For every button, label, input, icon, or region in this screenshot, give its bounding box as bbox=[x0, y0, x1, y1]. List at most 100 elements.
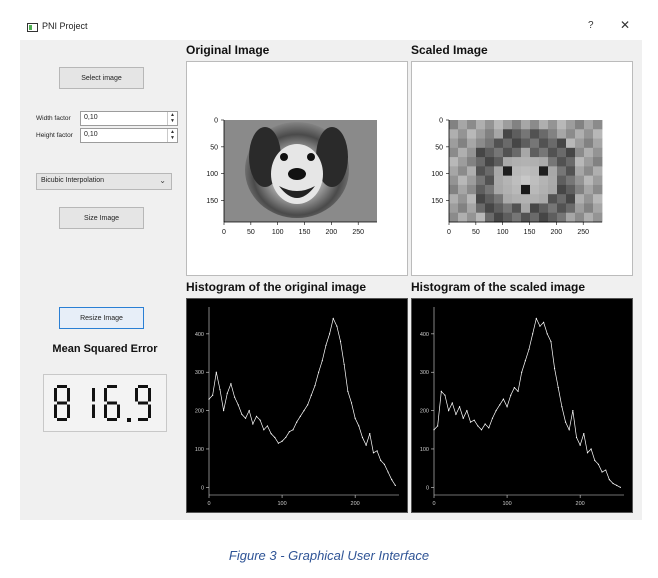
pixel-block bbox=[485, 120, 495, 130]
pixel-block bbox=[458, 212, 468, 223]
pixel-block bbox=[539, 203, 549, 214]
histogram-point bbox=[473, 419, 475, 421]
pixel-block bbox=[548, 212, 558, 223]
lcd-segment bbox=[107, 418, 117, 421]
pixel-block bbox=[449, 175, 459, 186]
spin-arrows[interactable]: ▲ ▼ bbox=[167, 112, 177, 125]
x-tick-label: 100 bbox=[497, 229, 509, 236]
pixel-block bbox=[584, 175, 594, 186]
x-tick-label: 100 bbox=[272, 229, 284, 236]
resize-image-button[interactable]: Resize Image bbox=[59, 307, 144, 329]
spin-down-icon[interactable]: ▼ bbox=[168, 118, 177, 124]
histogram-point bbox=[318, 371, 320, 373]
histogram-point bbox=[230, 383, 232, 385]
pixel-block bbox=[593, 194, 603, 204]
pixel-block bbox=[575, 184, 585, 195]
width-factor-value[interactable]: 0,10 bbox=[84, 114, 98, 121]
histogram-point bbox=[266, 425, 269, 427]
pixel-block bbox=[512, 138, 522, 149]
histogram-point bbox=[263, 429, 265, 431]
lcd-decimal-point bbox=[127, 418, 131, 422]
dog-eye bbox=[280, 153, 288, 161]
pixel-block bbox=[503, 166, 513, 177]
spin-arrows[interactable]: ▲ ▼ bbox=[167, 129, 177, 142]
pixel-block bbox=[548, 120, 558, 130]
pixelated-dog bbox=[449, 120, 603, 223]
histogram-point bbox=[358, 425, 360, 427]
histogram-point bbox=[226, 392, 228, 394]
pixel-block bbox=[476, 184, 486, 195]
y-tick-label: 100 bbox=[206, 171, 218, 178]
pixel-block bbox=[485, 166, 495, 177]
pixel-block bbox=[476, 138, 486, 149]
pixel-block bbox=[449, 147, 459, 158]
histogram-point bbox=[480, 429, 483, 431]
help-button[interactable]: ? bbox=[588, 20, 594, 31]
pixel-block bbox=[467, 166, 477, 177]
pixel-block bbox=[512, 166, 522, 177]
pixel-block bbox=[593, 129, 603, 139]
interpolation-value[interactable]: Bicubic Interpolation bbox=[41, 177, 104, 184]
histogram-original-title: Histogram of the original image bbox=[186, 280, 367, 294]
pixel-block bbox=[485, 138, 495, 149]
pixel-block bbox=[593, 138, 603, 149]
pixel-block bbox=[566, 194, 576, 204]
histogram-point bbox=[212, 394, 214, 396]
y-tick-label: 50 bbox=[210, 144, 218, 151]
close-button[interactable]: ✕ bbox=[620, 18, 630, 32]
x-tick-label: 200 bbox=[326, 229, 338, 236]
pixel-block bbox=[584, 138, 594, 149]
histogram-point bbox=[433, 429, 435, 431]
histogram-point bbox=[394, 484, 396, 487]
lcd-segment bbox=[135, 388, 138, 402]
width-factor-spinbox[interactable]: 0,10 ▲ ▼ bbox=[80, 111, 178, 126]
pixel-block bbox=[467, 147, 477, 158]
histogram-point bbox=[455, 413, 457, 416]
pixel-block bbox=[494, 157, 504, 167]
interpolation-select[interactable]: Bicubic Interpolation ⌄ bbox=[36, 173, 172, 190]
histogram-point bbox=[546, 333, 548, 335]
pixel-block bbox=[494, 147, 504, 158]
pixel-block bbox=[575, 212, 585, 223]
pixel-block bbox=[512, 184, 522, 195]
histogram-point bbox=[601, 471, 603, 473]
pixel-block bbox=[458, 157, 468, 167]
pixel-block bbox=[503, 129, 513, 139]
pixel-block bbox=[566, 212, 576, 223]
height-factor-spinbox[interactable]: 0,10 ▲ ▼ bbox=[80, 128, 178, 143]
histogram-point bbox=[350, 402, 353, 404]
lcd-segment bbox=[107, 385, 117, 388]
histogram-point bbox=[564, 421, 567, 423]
pixel-block bbox=[485, 184, 495, 195]
histogram-point bbox=[241, 413, 243, 416]
pixel-block bbox=[566, 120, 576, 130]
pixel-block bbox=[449, 203, 459, 214]
pixel-block bbox=[503, 147, 513, 158]
spin-down-icon[interactable]: ▼ bbox=[168, 135, 177, 141]
select-image-button[interactable]: Select image bbox=[59, 67, 144, 89]
histogram-original-plot: 0 100 200 300 400 0 100 200 bbox=[195, 307, 399, 507]
histogram-point bbox=[274, 436, 276, 439]
y-tick-label: 300 bbox=[195, 370, 204, 376]
chevron-down-icon[interactable]: ⌄ bbox=[159, 176, 166, 185]
size-image-button[interactable]: Size Image bbox=[59, 207, 144, 229]
histogram-point bbox=[466, 409, 468, 412]
pixel-block bbox=[476, 203, 486, 214]
pixel-block bbox=[548, 194, 558, 204]
histogram-point bbox=[321, 360, 323, 362]
pixel-block bbox=[449, 157, 459, 167]
histogram-point bbox=[608, 479, 610, 481]
histogram-point bbox=[557, 386, 559, 389]
histogram-point bbox=[437, 425, 439, 427]
histogram-point bbox=[561, 406, 563, 408]
histogram-point bbox=[575, 436, 578, 439]
pixel-block bbox=[584, 157, 594, 167]
histogram-point bbox=[233, 396, 236, 398]
x-tick-label: 0 bbox=[207, 501, 210, 507]
pixel-block bbox=[503, 194, 513, 204]
height-factor-value[interactable]: 0,10 bbox=[84, 131, 98, 138]
pixel-block bbox=[521, 175, 531, 186]
height-factor-label: Height factor bbox=[36, 132, 73, 139]
pixel-block bbox=[593, 184, 603, 195]
pixel-block bbox=[521, 212, 531, 223]
